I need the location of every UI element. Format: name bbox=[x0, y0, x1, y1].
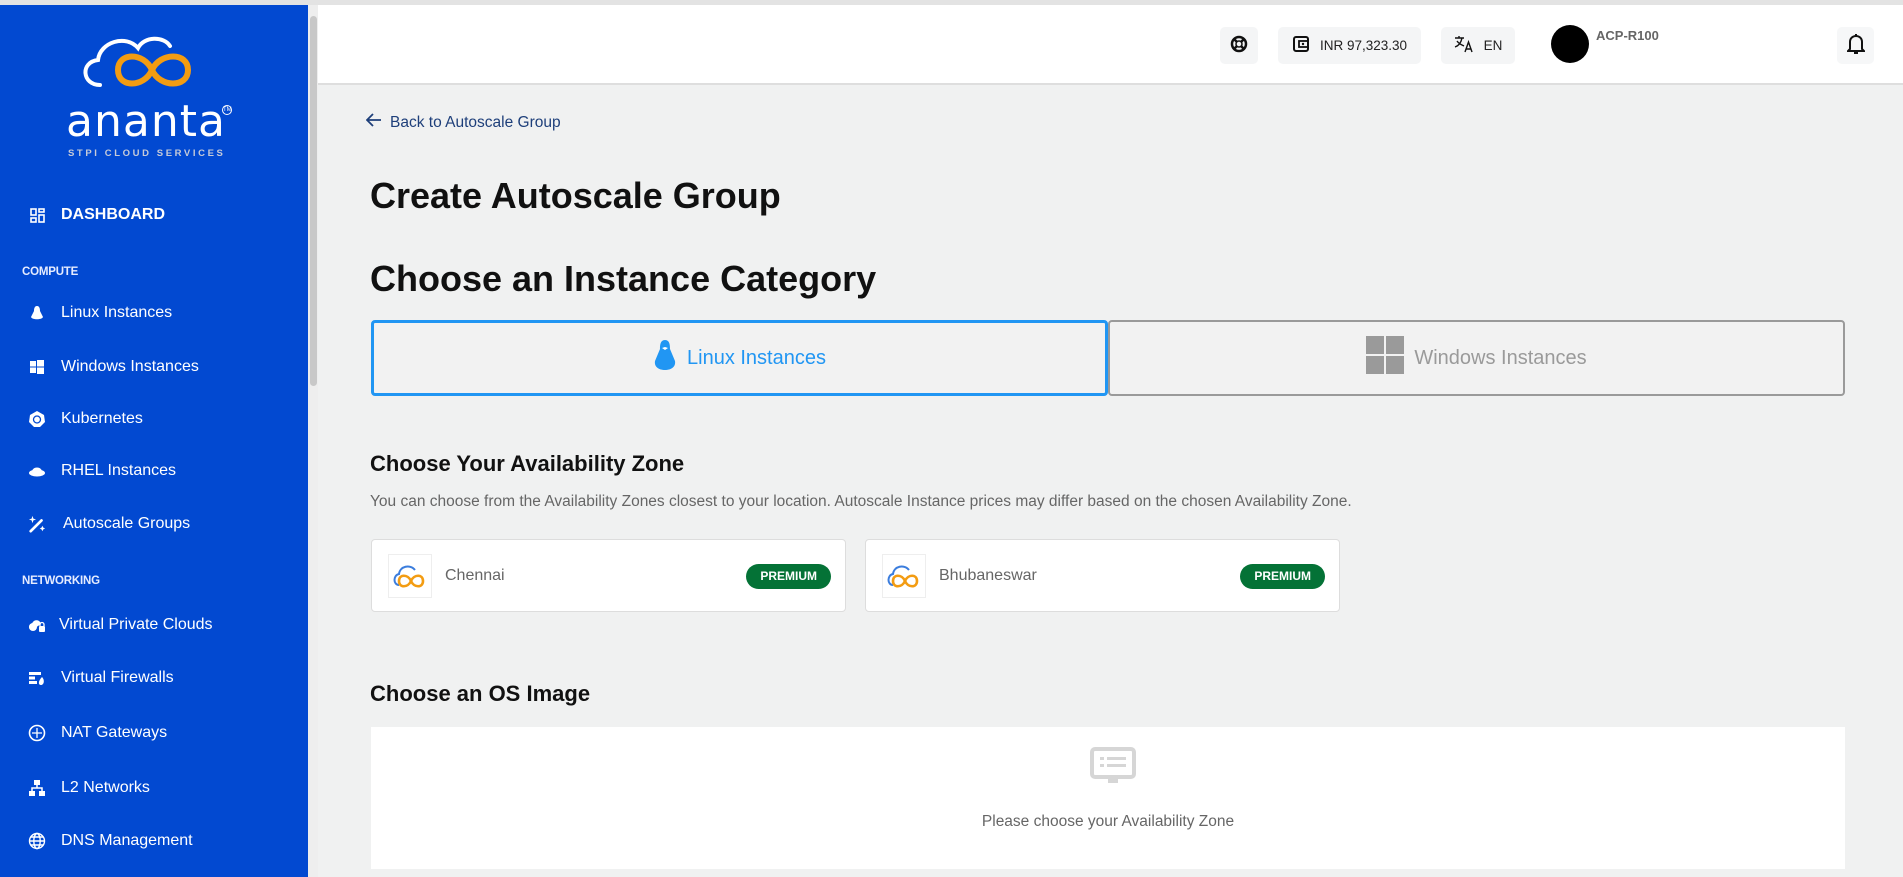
translate-icon bbox=[1454, 35, 1474, 56]
language-code: EN bbox=[1483, 38, 1503, 53]
windows-logo-icon bbox=[28, 358, 46, 376]
notifications-button[interactable] bbox=[1837, 27, 1874, 64]
language-selector[interactable]: EN bbox=[1441, 27, 1515, 64]
zone-name: Bhubaneswar bbox=[939, 567, 1037, 584]
sidebar-section-networking: NETWORKING bbox=[22, 575, 100, 587]
cloud-infinity-logo-icon bbox=[393, 565, 425, 588]
sidebar-item-label: DNS Management bbox=[61, 832, 193, 849]
linux-penguin-icon bbox=[28, 304, 46, 322]
sidebar-item-dns-management[interactable]: DNS Management bbox=[0, 824, 308, 858]
sidebar: ananta TM STPI CLOUD SERVICES DASHBOARD … bbox=[0, 5, 308, 877]
trademark-mark: TM bbox=[222, 105, 232, 115]
user-name[interactable]: ACP-R100 bbox=[1596, 28, 1659, 43]
category-linux-instances[interactable]: Linux Instances bbox=[371, 320, 1108, 396]
sidebar-item-kubernetes[interactable]: Kubernetes bbox=[0, 402, 308, 436]
sidebar-item-linux-instances[interactable]: Linux Instances bbox=[0, 296, 308, 330]
premium-badge: PREMIUM bbox=[1240, 564, 1325, 589]
category-windows-instances[interactable]: Windows Instances bbox=[1108, 320, 1845, 396]
sidebar-item-label: Windows Instances bbox=[61, 358, 199, 375]
firewall-icon bbox=[28, 669, 46, 687]
wallet-balance-button[interactable]: INR 97,323.30 bbox=[1278, 27, 1421, 64]
sidebar-item-virtual-private-clouds[interactable]: Virtual Private Clouds bbox=[0, 608, 308, 642]
kubernetes-icon bbox=[28, 410, 46, 428]
sidebar-item-nat-gateways[interactable]: NAT Gateways bbox=[0, 716, 308, 750]
logo-tagline: STPI CLOUD SERVICES bbox=[68, 148, 226, 159]
os-empty-message: Please choose your Availability Zone bbox=[981, 813, 1235, 830]
cloud-lock-icon bbox=[28, 616, 46, 634]
bell-icon bbox=[1845, 33, 1866, 58]
cloud-infinity-logo-icon bbox=[83, 36, 192, 87]
empty-list-icon bbox=[1090, 747, 1136, 790]
availability-zone-heading: Choose Your Availability Zone bbox=[370, 451, 685, 476]
support-button[interactable] bbox=[1220, 27, 1258, 64]
sidebar-item-label: L2 Networks bbox=[61, 779, 150, 796]
os-image-panel: Please choose your Availability Zone bbox=[371, 727, 1845, 869]
dashboard-grid-icon bbox=[28, 206, 46, 224]
category-label: Windows Instances bbox=[1414, 346, 1587, 369]
zone-logo bbox=[882, 554, 926, 598]
sidebar-item-label: DASHBOARD bbox=[61, 206, 165, 223]
sidebar-item-label: Autoscale Groups bbox=[63, 515, 191, 532]
magic-wand-icon bbox=[28, 515, 46, 533]
wallet-icon bbox=[1292, 35, 1310, 56]
lifebuoy-icon bbox=[1230, 35, 1248, 56]
redhat-hat-icon bbox=[28, 462, 46, 480]
page-title: Create Autoscale Group bbox=[370, 175, 781, 216]
sidebar-item-label: Virtual Private Clouds bbox=[59, 616, 213, 633]
sidebar-item-rhel-instances[interactable]: RHEL Instances bbox=[0, 454, 308, 488]
main-content: Back to Autoscale Group Create Autoscale… bbox=[318, 85, 1903, 877]
router-icon bbox=[28, 724, 46, 742]
ananta-logo[interactable]: ananta TM STPI CLOUD SERVICES bbox=[60, 30, 240, 160]
sidebar-item-dashboard[interactable]: DASHBOARD bbox=[0, 198, 308, 232]
sidebar-item-label: NAT Gateways bbox=[61, 724, 168, 741]
sidebar-section-compute: COMPUTE bbox=[22, 266, 79, 278]
sidebar-item-label: RHEL Instances bbox=[61, 462, 177, 479]
availability-zone-description: You can choose from the Availability Zon… bbox=[370, 493, 1352, 510]
cloud-infinity-logo-icon bbox=[887, 565, 919, 588]
os-image-heading: Choose an OS Image bbox=[370, 681, 591, 706]
sidebar-item-autoscale-groups[interactable]: Autoscale Groups bbox=[0, 507, 308, 541]
category-label: Linux Instances bbox=[687, 346, 826, 369]
top-header: INR 97,323.30 EN ACP-R100 bbox=[318, 5, 1903, 85]
sidebar-item-label: Virtual Firewalls bbox=[61, 669, 174, 686]
zone-card-bhubaneswar[interactable]: Bhubaneswar PREMIUM bbox=[865, 539, 1340, 612]
sidebar-item-l2-networks[interactable]: L2 Networks bbox=[0, 771, 308, 805]
network-tree-icon bbox=[28, 779, 46, 797]
wallet-balance: INR 97,323.30 bbox=[1319, 38, 1408, 53]
premium-badge: PREMIUM bbox=[746, 564, 831, 589]
zone-card-chennai[interactable]: Chennai PREMIUM bbox=[371, 539, 846, 612]
globe-icon bbox=[28, 832, 46, 850]
sidebar-item-label: Linux Instances bbox=[61, 304, 173, 321]
back-link-label: Back to Autoscale Group bbox=[390, 113, 561, 131]
back-to-autoscale-group-link[interactable]: Back to Autoscale Group bbox=[365, 113, 561, 132]
user-avatar[interactable] bbox=[1551, 25, 1589, 63]
sidebar-item-windows-instances[interactable]: Windows Instances bbox=[0, 350, 308, 384]
arrow-left-icon bbox=[365, 113, 382, 132]
sidebar-item-virtual-firewalls[interactable]: Virtual Firewalls bbox=[0, 661, 308, 695]
logo-wordmark: ananta bbox=[66, 96, 226, 147]
sidebar-item-label: Kubernetes bbox=[61, 410, 143, 427]
windows-logo-icon bbox=[1366, 336, 1405, 380]
sidebar-scrollbar[interactable] bbox=[308, 5, 318, 877]
sidebar-scrollbar-thumb[interactable] bbox=[310, 16, 317, 386]
instance-category-heading: Choose an Instance Category bbox=[370, 258, 877, 299]
zone-logo bbox=[388, 554, 432, 598]
zone-name: Chennai bbox=[445, 567, 505, 584]
linux-penguin-icon bbox=[653, 339, 677, 377]
